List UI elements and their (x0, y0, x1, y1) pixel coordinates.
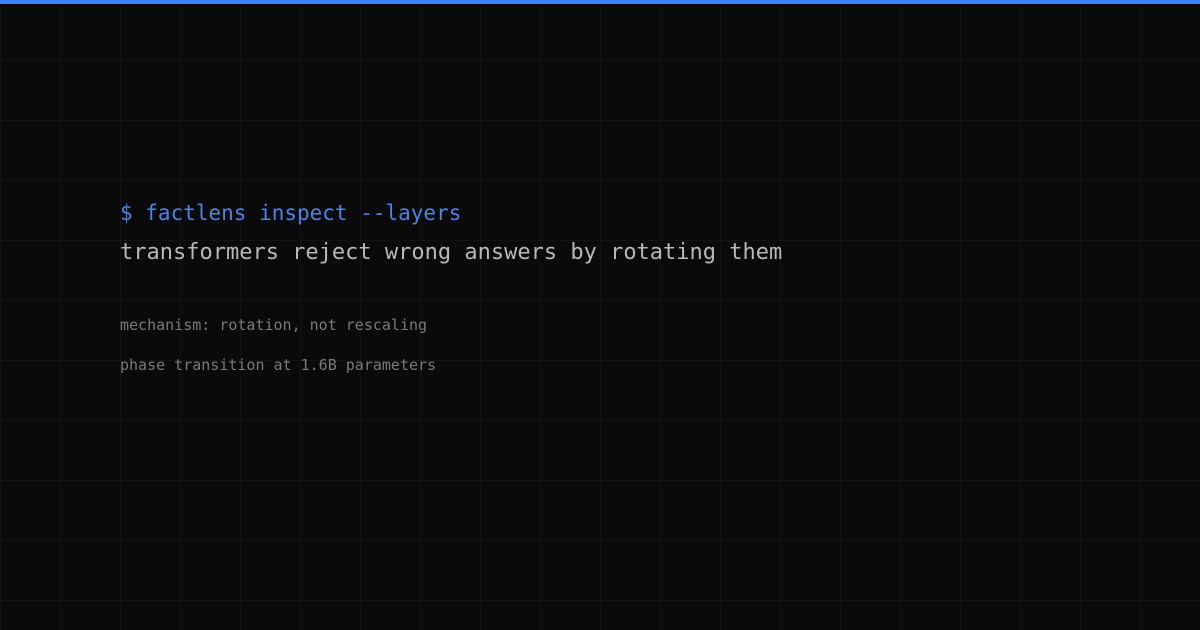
share-card: { "colors": { "background": "#0a0a0b", "… (0, 0, 1200, 630)
detail-line-phase-transition: phase transition at 1.6B parameters (120, 356, 437, 374)
detail-list: mechanism: rotation, not rescaling phase… (120, 315, 1120, 375)
accent-top-bar (0, 0, 1200, 4)
detail-line-mechanism: mechanism: rotation, not rescaling (120, 316, 428, 334)
terminal-command: $ factlens inspect --layers (120, 201, 462, 225)
headline-text: transformers reject wrong answers by rot… (120, 240, 783, 265)
terminal-content: $ factlens inspect --layers transformers… (120, 199, 1120, 395)
